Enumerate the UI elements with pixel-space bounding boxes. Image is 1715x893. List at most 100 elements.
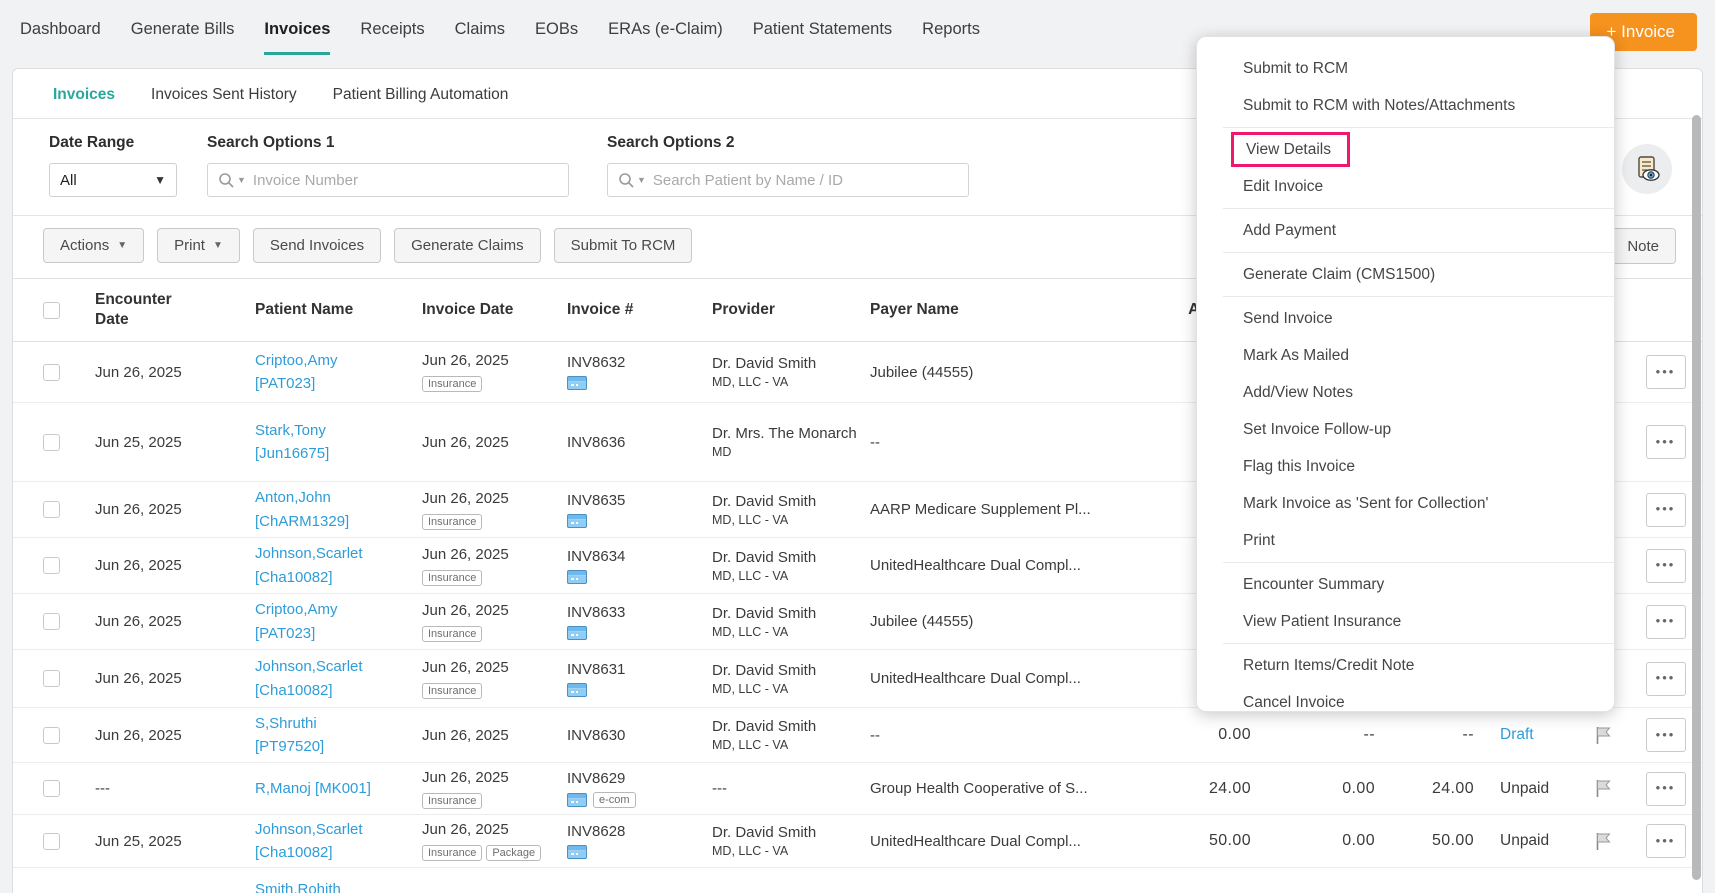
- search-icon: [619, 172, 634, 188]
- menu-item-mark-as-mailed[interactable]: Mark As Mailed: [1197, 337, 1614, 374]
- print-button[interactable]: Print ▼: [157, 228, 240, 263]
- row-checkbox[interactable]: [43, 613, 60, 630]
- row-actions-button[interactable]: •••: [1645, 355, 1686, 389]
- nav-item-receipts[interactable]: Receipts: [360, 20, 424, 52]
- patient-link[interactable]: [PAT023]: [255, 622, 422, 645]
- menu-item-cancel-invoice[interactable]: Cancel Invoice: [1197, 684, 1614, 721]
- invoice-number-input[interactable]: [252, 171, 558, 189]
- row-actions-button[interactable]: •••: [1645, 548, 1686, 583]
- menu-item-mark-invoice-as-sent-for-collection[interactable]: Mark Invoice as 'Sent for Collection': [1197, 485, 1614, 522]
- nav-item-generate-bills[interactable]: Generate Bills: [131, 20, 235, 52]
- tab-patient-billing-automation[interactable]: Patient Billing Automation: [333, 86, 509, 118]
- send-invoices-button[interactable]: Send Invoices: [252, 228, 382, 263]
- column-header-patient-name: Patient Name: [255, 300, 354, 318]
- menu-item-return-items-credit-note[interactable]: Return Items/Credit Note: [1197, 647, 1614, 684]
- patient-link[interactable]: Johnson,Scarlet: [255, 655, 422, 678]
- flag-icon[interactable]: [1595, 726, 1612, 745]
- menu-item-add-view-notes[interactable]: Add/View Notes: [1197, 374, 1614, 411]
- patient-link[interactable]: Criptoo,Amy: [255, 598, 422, 621]
- patient-link[interactable]: [PT97520]: [255, 735, 422, 758]
- menu-item-view-details[interactable]: View Details: [1197, 131, 1614, 168]
- vertical-scrollbar[interactable]: [1692, 115, 1701, 880]
- menu-item-send-invoice[interactable]: Send Invoice: [1197, 300, 1614, 337]
- patient-link[interactable]: [Cha10082]: [255, 841, 422, 864]
- menu-item-add-payment[interactable]: Add Payment: [1197, 212, 1614, 249]
- patient-link[interactable]: Anton,John: [255, 486, 422, 509]
- menu-item-view-patient-insurance[interactable]: View Patient Insurance: [1197, 603, 1614, 640]
- tab-invoices[interactable]: Invoices: [53, 86, 115, 118]
- payment-card-icon: [567, 792, 587, 807]
- invoice-number-cell: INV8631: [567, 661, 712, 697]
- patient-link[interactable]: [Jun16675]: [255, 442, 422, 465]
- encounter-date-cell: Jun 26, 2025: [95, 613, 182, 630]
- nav-item-invoices[interactable]: Invoices: [264, 20, 331, 55]
- flag-icon[interactable]: [1595, 779, 1612, 798]
- patient-link[interactable]: [PAT023]: [255, 372, 422, 395]
- patient-link[interactable]: [Cha10082]: [255, 566, 422, 589]
- patient-link[interactable]: Criptoo,Amy: [255, 349, 422, 372]
- menu-item-submit-to-rcm[interactable]: Submit to RCM: [1197, 50, 1614, 87]
- patient-link[interactable]: Stark,Tony: [255, 419, 422, 442]
- menu-item-edit-invoice[interactable]: Edit Invoice: [1197, 168, 1614, 205]
- nav-item-eras-e-claim[interactable]: ERAs (e-Claim): [608, 20, 723, 52]
- nav-item-reports[interactable]: Reports: [922, 20, 980, 52]
- select-all-checkbox[interactable]: [43, 301, 60, 319]
- patient-name-cell: Johnson,Scarlet [Cha10082]: [255, 542, 422, 589]
- submit-to-rcm-button[interactable]: Submit To RCM: [553, 228, 693, 263]
- view-document-icon-button[interactable]: [1622, 144, 1672, 194]
- row-checkbox[interactable]: [43, 726, 60, 744]
- row-checkbox[interactable]: [43, 501, 60, 518]
- actions-button[interactable]: Actions ▼: [43, 228, 145, 263]
- row-checkbox[interactable]: [43, 557, 60, 574]
- row-actions-button[interactable]: •••: [1645, 824, 1686, 858]
- row-checkbox[interactable]: [43, 670, 60, 687]
- invoice-date-text: Jun 26, 2025: [422, 658, 509, 676]
- provider-subtext: MD, LLC - VA: [712, 738, 789, 752]
- menu-item-print[interactable]: Print: [1197, 522, 1614, 559]
- search-type-caret-icon[interactable]: ▼: [637, 175, 646, 185]
- date-range-select[interactable]: All ▼: [49, 163, 177, 197]
- row-actions-button[interactable]: •••: [1645, 604, 1686, 639]
- row-checkbox[interactable]: [43, 363, 60, 381]
- nav-item-eobs[interactable]: EOBs: [535, 20, 578, 52]
- generate-claims-button[interactable]: Generate Claims: [394, 228, 541, 263]
- flag-icon[interactable]: [1595, 832, 1612, 851]
- row-checkbox[interactable]: [43, 832, 60, 850]
- tab-invoices-sent-history[interactable]: Invoices Sent History: [151, 86, 297, 118]
- patient-link[interactable]: Johnson,Scarlet: [255, 818, 422, 841]
- patient-name-cell: R,Manoj [MK001]: [255, 777, 422, 800]
- provider-cell: Dr. David Smith MD, LLC - VA: [712, 662, 870, 696]
- status-cell[interactable]: Draft: [1474, 726, 1573, 744]
- row-actions-menu: Submit to RCM Submit to RCM with Notes/At…: [1196, 36, 1615, 712]
- search-options-2-label: Search Options 2: [607, 134, 735, 151]
- nav-item-claims[interactable]: Claims: [455, 20, 505, 52]
- payment-card-icon: [567, 513, 587, 528]
- row-actions-button[interactable]: •••: [1645, 661, 1686, 696]
- row-actions-cell: •••: [1633, 661, 1698, 696]
- invoice-number-cell: INV8628: [567, 823, 712, 859]
- menu-item-set-invoice-follow-up[interactable]: Set Invoice Follow-up: [1197, 411, 1614, 448]
- patient-search-input[interactable]: [652, 171, 958, 189]
- search-icon: [219, 172, 234, 188]
- row-checkbox[interactable]: [43, 780, 60, 797]
- row-actions-button[interactable]: •••: [1645, 425, 1686, 459]
- patient-link[interactable]: Smith,Rohith: [255, 878, 422, 893]
- patient-link[interactable]: Johnson,Scarlet: [255, 542, 422, 565]
- patient-link[interactable]: R,Manoj [MK001]: [255, 777, 422, 800]
- row-actions-button[interactable]: •••: [1645, 771, 1686, 806]
- nav-item-dashboard[interactable]: Dashboard: [20, 20, 101, 52]
- menu-item-flag-this-invoice[interactable]: Flag this Invoice: [1197, 448, 1614, 485]
- patient-link[interactable]: S,Shruthi: [255, 712, 422, 735]
- paid-cell: 0.00: [1342, 779, 1375, 797]
- row-actions-button[interactable]: •••: [1645, 492, 1686, 527]
- menu-item-generate-claim-cms1500[interactable]: Generate Claim (CMS1500): [1197, 256, 1614, 293]
- patient-link[interactable]: [Cha10082]: [255, 679, 422, 702]
- patient-link[interactable]: [ChARM1329]: [255, 510, 422, 533]
- menu-item-encounter-summary[interactable]: Encounter Summary: [1197, 566, 1614, 603]
- row-checkbox[interactable]: [43, 433, 60, 451]
- row-actions-button[interactable]: •••: [1645, 718, 1686, 752]
- menu-separator: [1223, 127, 1614, 128]
- nav-item-patient-statements[interactable]: Patient Statements: [753, 20, 892, 52]
- search-type-caret-icon[interactable]: ▼: [237, 175, 246, 185]
- menu-item-submit-to-rcm-with-notes-attachments[interactable]: Submit to RCM with Notes/Attachments: [1197, 87, 1614, 124]
